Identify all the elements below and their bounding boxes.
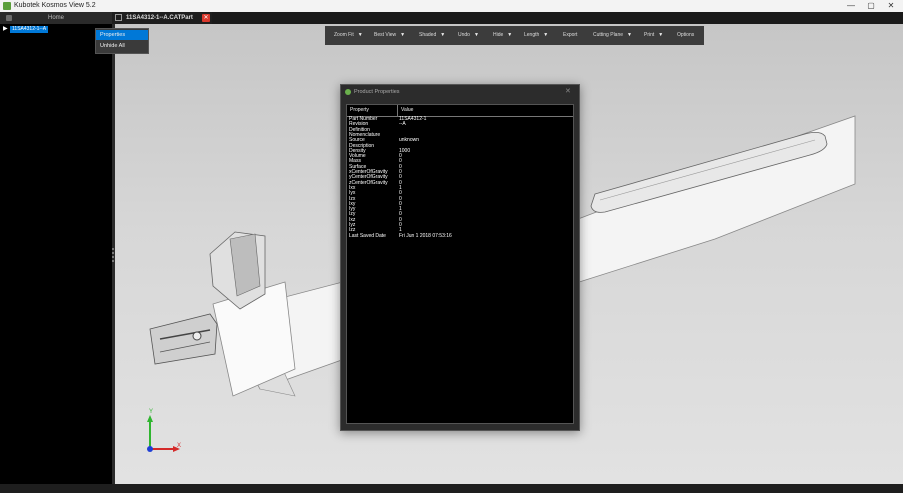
print-button[interactable]: Print ▼ xyxy=(644,26,663,45)
close-tab-icon[interactable]: ✕ xyxy=(202,14,210,22)
zoom-fit-button[interactable]: Zoom Fit ▼ xyxy=(334,26,363,45)
options-button[interactable]: Options xyxy=(677,26,694,45)
app-logo-icon xyxy=(3,2,11,10)
properties-table: Property Value Part Number 11SA4312-1 Revi… xyxy=(346,104,574,424)
axis-triad xyxy=(147,415,180,452)
dropdown-arrow-icon[interactable]: ▼ xyxy=(358,26,363,45)
column-header-property[interactable]: Property xyxy=(350,105,369,116)
length-button[interactable]: Length ▼ xyxy=(524,26,548,45)
dialog-title-bar[interactable]: Product Properties ✕ xyxy=(341,85,579,99)
window-title: Kubotek Kosmos View 5.2 xyxy=(14,2,96,9)
dialog-close-icon[interactable]: ✕ xyxy=(565,85,571,99)
dropdown-arrow-icon[interactable]: ▼ xyxy=(658,26,663,45)
dropdown-arrow-icon[interactable]: ▼ xyxy=(440,26,445,45)
status-bar xyxy=(0,484,903,493)
column-header-value[interactable]: Value xyxy=(401,105,413,116)
dropdown-arrow-icon[interactable]: ▼ xyxy=(474,26,479,45)
dropdown-arrow-icon[interactable]: ▼ xyxy=(627,26,632,45)
dialog-title: Product Properties xyxy=(354,89,400,95)
product-properties-dialog: Product Properties ✕ Property Value Part… xyxy=(340,84,580,431)
menu-item-unhide-all[interactable]: Unhide All xyxy=(96,41,148,51)
document-icon xyxy=(115,14,122,21)
axis-y-label: Y xyxy=(149,409,154,415)
export-button[interactable]: Export xyxy=(563,26,577,45)
shaded-button[interactable]: Shaded ▼ xyxy=(419,26,445,45)
table-header: Property Value xyxy=(347,105,573,117)
view-toolbar: Zoom Fit ▼ Best View ▼ Shaded ▼ Undo ▼ Hide ▼… xyxy=(325,26,704,45)
expand-arrow-icon[interactable]: ▶ xyxy=(3,26,8,33)
property-name: Last Saved Date xyxy=(349,232,386,239)
column-divider[interactable] xyxy=(397,105,398,116)
close-window-button[interactable]: ✕ xyxy=(882,0,900,12)
tab-home-label: Home xyxy=(47,15,64,21)
tree-item-label: 11SA4312-1--A xyxy=(10,26,49,33)
menu-item-properties[interactable]: Properties xyxy=(96,30,148,40)
dropdown-arrow-icon[interactable]: ▼ xyxy=(400,26,405,45)
undo-button[interactable]: Undo ▼ xyxy=(458,26,479,45)
model-tree-panel: ▶ 11SA4312-1--A xyxy=(0,24,112,484)
property-value: Fri Jun 1 2018 07:53:16 xyxy=(399,232,452,239)
table-row[interactable]: Last Saved Date Fri Jun 1 2018 07:53:16 xyxy=(347,232,573,239)
context-menu: Properties Unhide All xyxy=(95,28,149,54)
dropdown-arrow-icon[interactable]: ▼ xyxy=(543,26,548,45)
maximize-button[interactable]: ▢ xyxy=(862,0,880,12)
dropdown-arrow-icon[interactable]: ▼ xyxy=(507,26,512,45)
dialog-app-icon xyxy=(345,89,351,95)
best-view-button[interactable]: Best View ▼ xyxy=(374,26,405,45)
hide-button[interactable]: Hide ▼ xyxy=(493,26,512,45)
tab-document-label: 11SA4312-1--A.CATPart xyxy=(126,15,193,21)
tab-home[interactable]: Home xyxy=(0,12,112,24)
tab-bar: Home 11SA4312-1--A.CATPart ✕ xyxy=(0,12,903,24)
tab-document[interactable]: 11SA4312-1--A.CATPart ✕ xyxy=(112,12,212,24)
cutting-plane-button[interactable]: Cutting Plane ▼ xyxy=(593,26,632,45)
minimize-button[interactable]: — xyxy=(842,0,860,12)
axis-x-label: X xyxy=(177,443,182,449)
